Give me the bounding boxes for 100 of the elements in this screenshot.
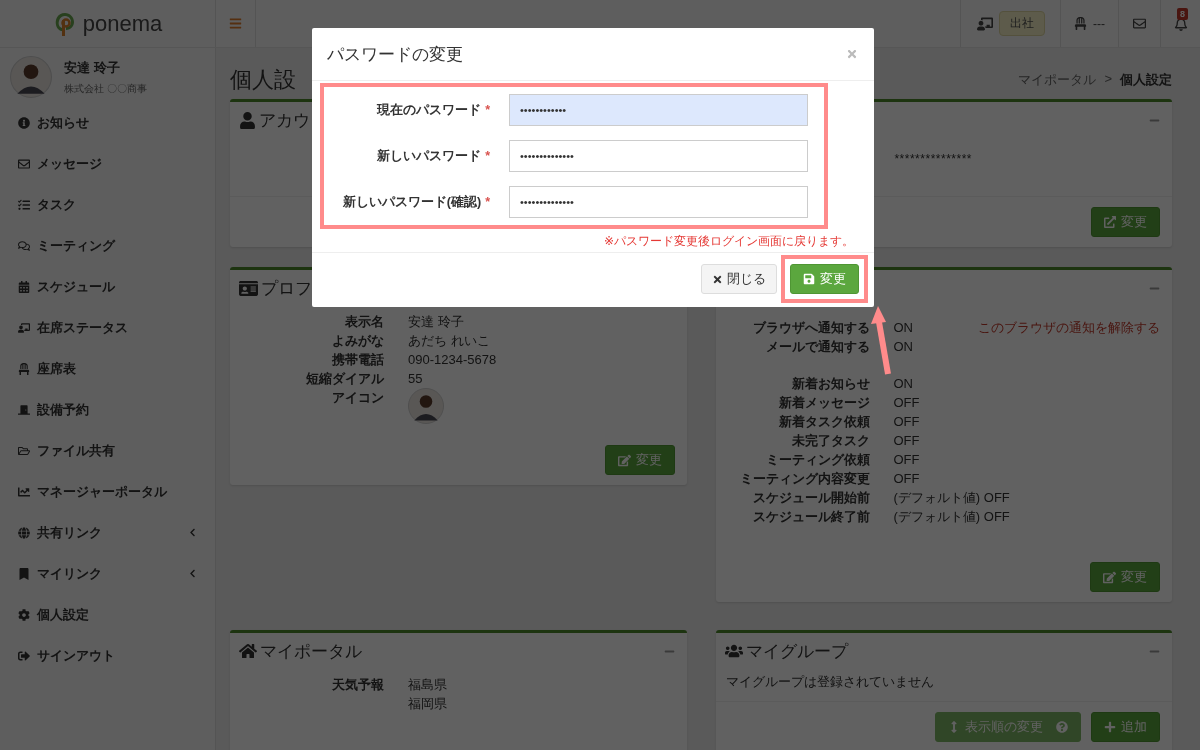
- sidebar-item[interactable]: 設備予約: [0, 389, 215, 430]
- field-value: あだち れいこ: [408, 332, 491, 350]
- setting-value: (デフォルト値) OFF: [893, 508, 1010, 526]
- help-icon: [1056, 721, 1068, 733]
- edit-button[interactable]: 変更: [1090, 562, 1160, 592]
- field-label: 天気予報: [331, 676, 384, 694]
- setting-value: OFF: [893, 394, 920, 412]
- pointer-arrow: [871, 306, 891, 375]
- card-title: マイポータル: [260, 640, 362, 663]
- sidebar-item[interactable]: マネージャーポータル: [0, 471, 215, 512]
- field-value: 55: [408, 370, 424, 388]
- calendar-icon: [18, 280, 30, 293]
- envelope-icon: [18, 157, 30, 170]
- field-value: 090-1234-5678: [408, 351, 498, 369]
- card-title: アカウ: [259, 109, 310, 132]
- sidebar-item[interactable]: タスク: [0, 184, 215, 225]
- sidebar-item[interactable]: メッセージ: [0, 143, 215, 184]
- unsubscribe-link[interactable]: このブラウザの通知を解除する: [978, 318, 1160, 337]
- add-button[interactable]: 追加: [1091, 712, 1160, 742]
- page-title: 個人設: [230, 66, 296, 94]
- user-icon: [239, 111, 256, 129]
- card-title: マイグループ: [745, 640, 848, 663]
- chat-bubbles-icon: [18, 239, 30, 252]
- sidebar-item[interactable]: ファイル共有: [0, 430, 215, 471]
- setting-value: ON: [893, 319, 913, 337]
- folder-icon: [18, 444, 30, 457]
- field-label: 携帯電話: [331, 351, 384, 369]
- edit-icon: [617, 453, 631, 467]
- edit-icon: [1103, 570, 1116, 584]
- setting-label: ミーティング内容変更: [738, 470, 870, 488]
- setting-value: OFF: [893, 413, 920, 431]
- sidebar-item[interactable]: ミーティング: [0, 225, 215, 266]
- edit-button[interactable]: 変更: [1091, 207, 1160, 237]
- door-icon: [18, 403, 30, 416]
- presence-status[interactable]: 出社: [998, 11, 1045, 36]
- breadcrumb-separator: >: [1104, 71, 1112, 88]
- field-label: 表示名: [344, 313, 384, 331]
- field-value: 福岡県: [408, 695, 448, 713]
- list-icon: [18, 198, 30, 211]
- chair-icon[interactable]: [1074, 17, 1087, 30]
- external-link-icon: [1104, 216, 1116, 228]
- bookmark-icon: [18, 567, 30, 580]
- setting-label: 新着お知らせ: [790, 375, 870, 393]
- field-label: 新しいパスワード *: [376, 147, 490, 165]
- sidebar-item[interactable]: 在席ステータス: [0, 307, 215, 348]
- sidebar-item[interactable]: 座席表: [0, 348, 215, 389]
- setting-label: 新着タスク依頼: [777, 413, 870, 431]
- empty-message: マイグループは登録されていません: [724, 673, 935, 691]
- edit-button[interactable]: 変更: [604, 445, 675, 475]
- setting-value: OFF: [893, 432, 920, 450]
- sidebar-item[interactable]: 個人設定: [0, 594, 215, 635]
- setting-label: ミーティング依頼: [764, 451, 870, 469]
- user-name: 安達 玲子: [64, 58, 121, 77]
- home-icon: [239, 642, 257, 660]
- setting-value: OFF: [893, 470, 920, 488]
- password-field[interactable]: ••••••••••••••: [509, 140, 808, 172]
- chevron-icon: [188, 528, 197, 537]
- breadcrumb-current: 個人設定: [1120, 71, 1172, 89]
- field-label: 新しいパスワード(確認) *: [341, 193, 490, 211]
- password-field[interactable]: ••••••••••••: [509, 94, 808, 126]
- users-icon: [724, 642, 743, 660]
- sidebar-item[interactable]: スケジュール: [0, 266, 215, 307]
- field-label: 現在のパスワード *: [375, 101, 490, 119]
- password-field[interactable]: ••••••••••••••: [509, 186, 808, 218]
- field-value: 安達 玲子: [408, 313, 465, 331]
- setting-value: OFF: [893, 451, 920, 469]
- menu-icon[interactable]: [229, 17, 242, 30]
- setting-label: スケジュール終了前: [751, 508, 870, 526]
- mail-icon[interactable]: [1133, 17, 1146, 30]
- setting-value: ON: [893, 338, 913, 356]
- close-icon[interactable]: [846, 48, 858, 60]
- notification-count: 8: [1177, 8, 1188, 20]
- password-value: ***************: [894, 152, 972, 166]
- setting-label: メールで通知する: [764, 338, 870, 356]
- sidebar-item[interactable]: マイリンク: [0, 553, 215, 594]
- setting-label: 新着メッセージ: [777, 394, 870, 412]
- presence-board-icon[interactable]: [976, 15, 993, 32]
- close-icon: [712, 273, 723, 285]
- sidebar-item[interactable]: 共有リンク: [0, 512, 215, 553]
- setting-value: ON: [893, 375, 913, 393]
- setting-label: ブラウザへ通知する: [751, 319, 870, 337]
- plus-icon: [1104, 721, 1116, 733]
- logo-text: ponema: [82, 10, 163, 37]
- user-avatar: [10, 56, 52, 98]
- setting-value: (デフォルト値) OFF: [893, 489, 1010, 507]
- field-label: 短縮ダイアル: [305, 370, 384, 388]
- sidebar-item[interactable]: お知らせ: [0, 102, 215, 143]
- save-button[interactable]: 変更: [790, 264, 859, 294]
- info-icon: [18, 116, 30, 129]
- profile-avatar: [408, 388, 444, 424]
- id-card-icon: [239, 278, 258, 298]
- chair-icon: [18, 362, 30, 375]
- globe-icon: [18, 526, 30, 539]
- settings-icon: [18, 608, 30, 621]
- notice-text: ※パスワード変更後ログイン画面に戻ります。: [602, 233, 854, 250]
- chevron-icon: [188, 569, 197, 578]
- sidebar-item[interactable]: サインアウト: [0, 635, 215, 676]
- field-value: 福島県: [408, 676, 448, 694]
- presence-board-icon: [18, 321, 30, 334]
- close-button[interactable]: 閉じる: [701, 264, 777, 294]
